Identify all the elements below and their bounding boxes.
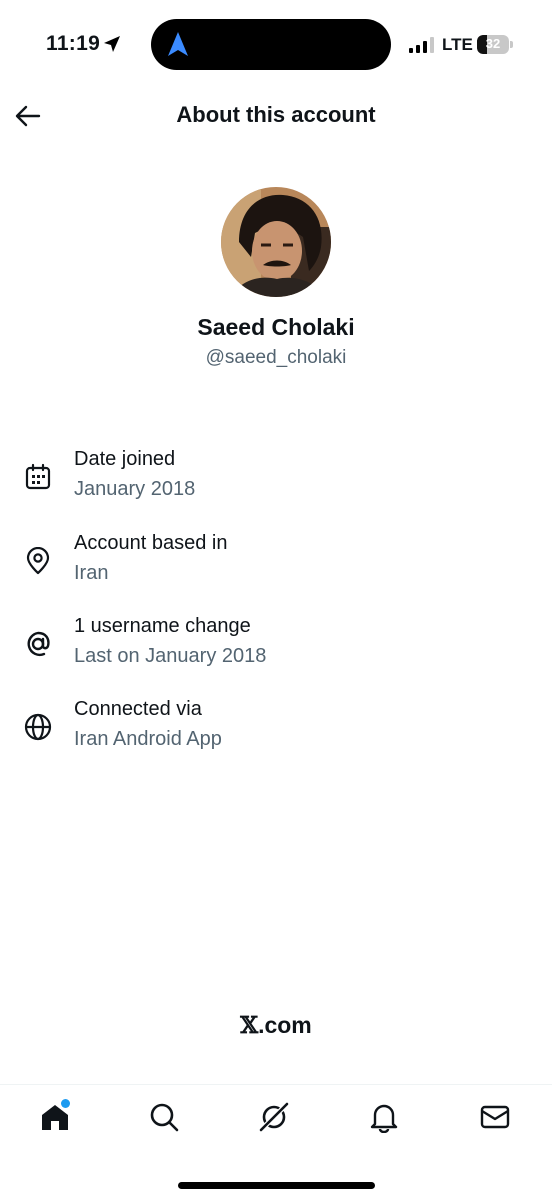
page-title: About this account: [176, 102, 376, 127]
info-value: Iran Android App: [74, 728, 222, 750]
globe-icon: [24, 713, 52, 741]
info-row-connected-via: Connected via Iran Android App: [0, 698, 552, 768]
info-value: Last on January 2018: [74, 645, 267, 667]
info-label: 1 username change: [74, 615, 251, 637]
info-value: January 2018: [74, 478, 196, 500]
notifications-icon[interactable]: [368, 1101, 400, 1133]
info-label: Connected via: [74, 698, 202, 720]
location-pin-icon: [26, 547, 50, 575]
x-com-brand: 𝕏.com: [0, 1012, 552, 1039]
status-time: 11:19: [46, 32, 101, 55]
status-bar: 11:19 LTE 32: [0, 0, 552, 90]
avatar-image: [221, 187, 331, 297]
notification-dot: [61, 1099, 70, 1108]
cellular-signal-icon: [409, 37, 434, 53]
dynamic-island: [151, 19, 391, 70]
grok-icon[interactable]: [258, 1101, 290, 1133]
messages-icon[interactable]: [479, 1101, 511, 1133]
x-logo-icon: 𝕏: [240, 1012, 259, 1039]
info-row-username-change: 1 username change Last on January 2018: [0, 615, 552, 685]
home-indicator: [178, 1182, 375, 1189]
navigation-arrow-icon: [168, 32, 188, 56]
header: About this account: [0, 90, 552, 142]
info-value: Iran: [74, 562, 109, 584]
info-label: Account based in: [74, 532, 228, 554]
info-row-date-joined: Date joined January 2018: [0, 448, 552, 518]
calendar-icon: [25, 463, 51, 490]
avatar[interactable]: [221, 187, 331, 297]
display-name: Saeed Cholaki: [197, 314, 355, 340]
username-handle: @saeed_cholaki: [205, 347, 347, 368]
location-arrow-icon: [104, 36, 120, 52]
at-sign-icon: [27, 631, 50, 657]
info-row-account-based-in: Account based in Iran: [0, 532, 552, 602]
battery-level: 32: [485, 36, 501, 51]
battery-icon: 32: [477, 35, 513, 54]
network-type: LTE: [442, 35, 473, 54]
info-label: Date joined: [74, 448, 176, 470]
search-icon[interactable]: [148, 1101, 180, 1133]
brand-suffix: .com: [258, 1012, 312, 1038]
